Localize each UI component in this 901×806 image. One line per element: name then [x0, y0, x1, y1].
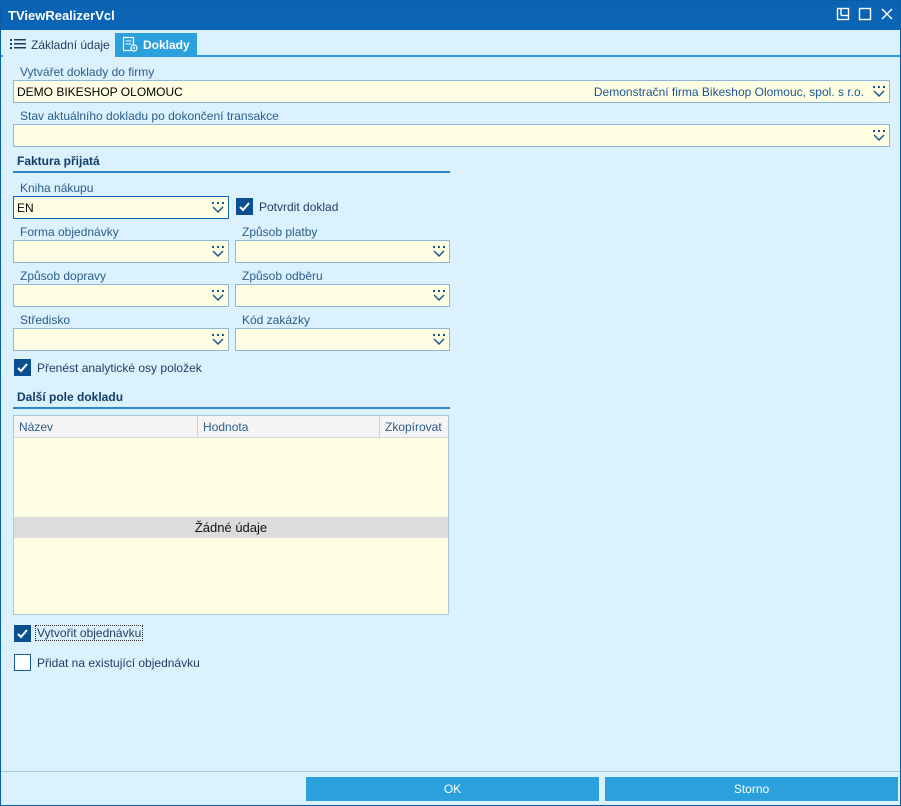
tab-label: Doklady: [143, 38, 190, 52]
dropdown-icon[interactable]: [211, 333, 225, 346]
zpusob-platby-select[interactable]: [235, 240, 450, 263]
dropdown-icon[interactable]: [872, 129, 886, 142]
document-settings-icon: [122, 36, 138, 55]
kniha-value: EN: [17, 200, 34, 215]
firma-value: DEMO BIKESHOP OLOMOUC: [17, 84, 183, 99]
window-title: TViewRealizerVcl: [8, 8, 115, 23]
tab-doklady[interactable]: Doklady: [115, 33, 197, 57]
prenest-label: Přenést analytické osy položek: [37, 361, 202, 375]
firma-hint: Demonstrační firma Bikeshop Olomouc, spo…: [593, 84, 864, 99]
forma-label: Forma objednávky: [20, 225, 119, 239]
tab-zakladni-udaje[interactable]: Základní údaje: [3, 33, 117, 57]
dropdown-icon[interactable]: [211, 289, 225, 302]
dropdown-icon[interactable]: [211, 245, 225, 258]
stav-label: Stav aktuálního dokladu po dokončení tra…: [20, 109, 279, 123]
dialog-window: TViewRealizerVcl Základní údaje Doklady …: [0, 0, 901, 806]
pridat-objednavku-label: Přidat na existující objednávku: [37, 656, 200, 670]
vytvorit-objednavku-checkbox[interactable]: [14, 625, 31, 642]
kniha-select[interactable]: EN: [13, 196, 229, 219]
column-header-hodnota[interactable]: Hodnota: [198, 416, 380, 438]
prenest-checkbox[interactable]: [14, 359, 31, 376]
zpusob-dopravy-select[interactable]: [13, 284, 229, 307]
section-divider: [13, 407, 450, 409]
kod-zakazky-select[interactable]: [235, 328, 450, 351]
column-header-nazev[interactable]: Název: [14, 416, 198, 438]
pridat-objednavku-checkbox[interactable]: [14, 654, 31, 671]
list-icon: [10, 38, 26, 53]
stav-select[interactable]: [13, 124, 890, 147]
zpusob-odberu-select[interactable]: [235, 284, 450, 307]
section-divider: [13, 171, 450, 173]
tab-label: Základní údaje: [31, 38, 110, 52]
dropdown-icon[interactable]: [432, 333, 446, 346]
forma-select[interactable]: [13, 240, 229, 263]
faktura-section-title: Faktura přijatá: [17, 154, 100, 168]
dalsi-section-title: Další pole dokladu: [17, 390, 124, 404]
stredisko-select[interactable]: [13, 328, 229, 351]
firma-select[interactable]: DEMO BIKESHOP OLOMOUC Demonstrační firma…: [13, 80, 890, 103]
kniha-label: Kniha nákupu: [20, 181, 94, 195]
dropdown-icon[interactable]: [432, 289, 446, 302]
empty-state: Žádné údaje: [14, 517, 448, 538]
title-bar[interactable]: TViewRealizerVcl: [1, 1, 900, 30]
potvrdit-label: Potvrdit doklad: [259, 200, 339, 214]
dropdown-icon[interactable]: [872, 85, 886, 98]
kod-zakazky-label: Kód zakázky: [242, 313, 311, 327]
storno-button[interactable]: Storno: [605, 777, 898, 801]
potvrdit-checkbox[interactable]: [236, 198, 253, 215]
vytvorit-objednavku-label: Vytvořit objednávku: [35, 625, 144, 641]
dalsi-pole-grid[interactable]: Název Hodnota Zkopírovat Žádné údaje: [13, 415, 449, 615]
stredisko-label: Středisko: [20, 313, 71, 327]
dropdown-icon[interactable]: [211, 201, 225, 214]
firma-label: Vytvářet doklady do firmy: [20, 65, 155, 79]
zpusob-odberu-label: Způsob odběru: [242, 269, 323, 283]
tab-bar: Základní údaje Doklady: [1, 30, 900, 57]
maximize-icon[interactable]: [858, 7, 874, 23]
close-icon[interactable]: [880, 7, 896, 23]
ok-button[interactable]: OK: [306, 777, 599, 801]
restore-icon[interactable]: [836, 7, 852, 23]
grid-header: Název Hodnota Zkopírovat: [14, 416, 448, 438]
zpusob-platby-label: Způsob platby: [242, 225, 318, 239]
column-header-zkopirovat[interactable]: Zkopírovat: [380, 416, 448, 438]
dropdown-icon[interactable]: [432, 245, 446, 258]
zpusob-dopravy-label: Způsob dopravy: [20, 269, 107, 283]
